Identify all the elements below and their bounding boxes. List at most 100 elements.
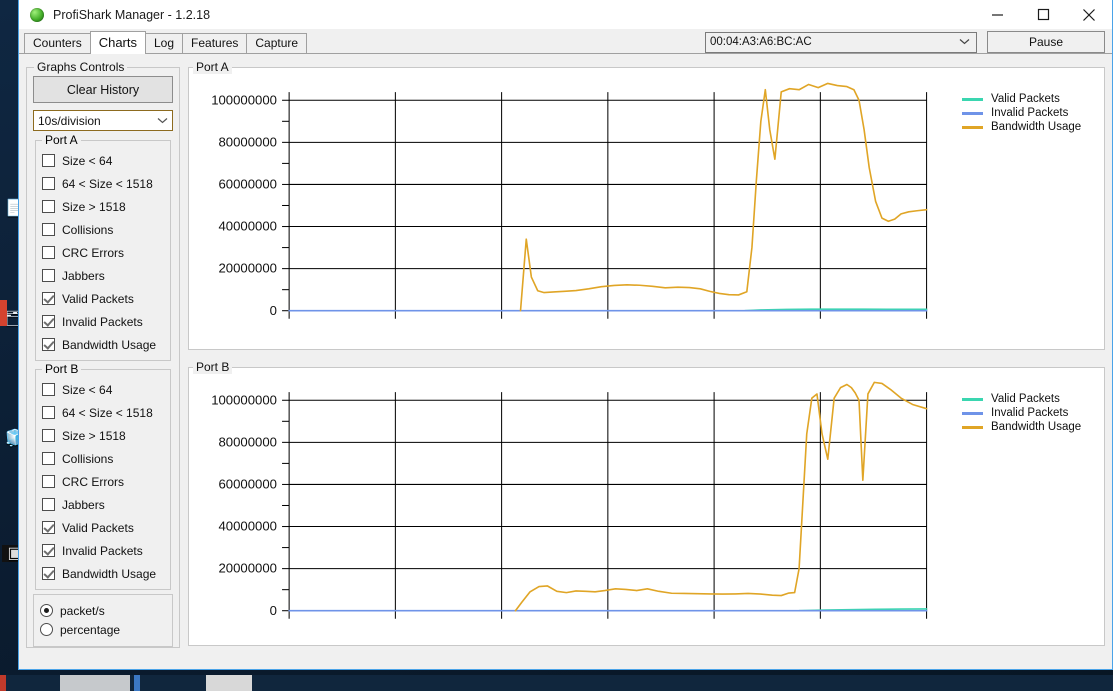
checkbox-checked-icon[interactable] — [42, 338, 55, 351]
tab-strip: Counters Charts Log Features Capture — [24, 31, 308, 54]
port-a-group-title: Port A — [45, 133, 78, 147]
profishark-manager-window: ProfiShark Manager - 1.2.18 Counters Cha… — [18, 0, 1113, 670]
checkbox-unchecked-icon[interactable] — [42, 177, 55, 190]
checkbox-port-a-8[interactable]: Bandwidth Usage — [42, 333, 164, 356]
time-division-value: 10s/division — [38, 113, 101, 128]
checkbox-label: Jabbers — [62, 497, 105, 512]
time-division-select[interactable]: 10s/division — [33, 110, 173, 131]
radio-unselected-icon[interactable] — [40, 623, 53, 636]
checkbox-checked-icon[interactable] — [42, 521, 55, 534]
checkbox-port-b-6[interactable]: Valid Packets — [42, 516, 164, 539]
port-a-chart-title: Port A — [193, 60, 232, 74]
svg-text:40000000: 40000000 — [219, 219, 277, 234]
checkbox-label: Size < 64 — [62, 382, 113, 397]
taskbar-item-2[interactable] — [134, 675, 140, 691]
radio-unit-0[interactable]: packet/s — [40, 601, 166, 620]
checkbox-port-a-3[interactable]: Collisions — [42, 218, 164, 241]
tab-charts-label: Charts — [98, 35, 137, 50]
device-select[interactable]: 00:04:A3:A6:BC:AC — [705, 31, 977, 53]
legend-label: Valid Packets — [991, 393, 1060, 405]
graphs-controls-sidebar: Graphs Controls Clear History 10s/divisi… — [26, 60, 180, 648]
graphs-controls-title: Graphs Controls — [37, 60, 125, 74]
checkbox-port-a-5[interactable]: Jabbers — [42, 264, 164, 287]
checkbox-label: 64 < Size < 1518 — [62, 176, 153, 191]
taskbar-start-button[interactable] — [0, 675, 6, 691]
tab-log-label: Log — [154, 36, 175, 50]
svg-text:40000000: 40000000 — [219, 519, 277, 534]
checkbox-port-b-7[interactable]: Invalid Packets — [42, 539, 164, 562]
svg-text:100000000: 100000000 — [211, 92, 277, 107]
tab-features[interactable]: Features — [182, 33, 248, 53]
checkbox-port-a-1[interactable]: 64 < Size < 1518 — [42, 172, 164, 195]
taskbar-item-3[interactable] — [206, 675, 252, 691]
close-button[interactable] — [1066, 0, 1112, 29]
checkbox-unchecked-icon[interactable] — [42, 246, 55, 259]
tab-charts[interactable]: Charts — [89, 31, 146, 54]
checkbox-label: Collisions — [62, 222, 114, 237]
legend-item-1: Invalid Packets — [962, 106, 1100, 120]
legend-color-swatch — [962, 125, 983, 129]
checkbox-port-a-7[interactable]: Invalid Packets — [42, 310, 164, 333]
legend-color-swatch — [962, 411, 983, 415]
checkbox-unchecked-icon[interactable] — [42, 452, 55, 465]
svg-text:80000000: 80000000 — [219, 434, 277, 449]
radio-selected-icon[interactable] — [40, 604, 53, 617]
checkbox-port-b-2[interactable]: Size > 1518 — [42, 424, 164, 447]
checkbox-label: Invalid Packets — [62, 543, 143, 558]
checkbox-unchecked-icon[interactable] — [42, 429, 55, 442]
maximize-button[interactable] — [1020, 0, 1066, 29]
checkbox-unchecked-icon[interactable] — [42, 223, 55, 236]
checkbox-checked-icon[interactable] — [42, 567, 55, 580]
checkbox-port-b-4[interactable]: CRC Errors — [42, 470, 164, 493]
checkbox-port-b-1[interactable]: 64 < Size < 1518 — [42, 401, 164, 424]
checkbox-checked-icon[interactable] — [42, 544, 55, 557]
radio-unit-1[interactable]: percentage — [40, 620, 166, 639]
svg-text:100000000: 100000000 — [211, 392, 277, 407]
window-bottom-filler — [19, 658, 1112, 669]
checkbox-port-a-6[interactable]: Valid Packets — [42, 287, 164, 310]
legend-color-swatch — [962, 111, 983, 115]
checkbox-port-b-3[interactable]: Collisions — [42, 447, 164, 470]
checkbox-port-a-4[interactable]: CRC Errors — [42, 241, 164, 264]
legend-label: Valid Packets — [991, 93, 1060, 105]
checkbox-label: Valid Packets — [62, 520, 134, 535]
checkbox-label: Collisions — [62, 451, 114, 466]
checkbox-unchecked-icon[interactable] — [42, 383, 55, 396]
checkbox-port-a-0[interactable]: Size < 64 — [42, 149, 164, 172]
port-a-checkbox-list: Size < 64 64 < Size < 1518 Size > 1518 Coll… — [42, 149, 164, 356]
pause-button[interactable]: Pause — [987, 31, 1105, 53]
checkbox-checked-icon[interactable] — [42, 292, 55, 305]
checkbox-unchecked-icon[interactable] — [42, 200, 55, 213]
checkbox-port-b-0[interactable]: Size < 64 — [42, 378, 164, 401]
port-a-plot: 0 20000000 40000000 60000000 80000000 1000000… — [193, 78, 962, 331]
checkbox-port-b-8[interactable]: Bandwidth Usage — [42, 562, 164, 585]
tab-log[interactable]: Log — [145, 33, 184, 53]
checkbox-label: Size > 1518 — [62, 428, 126, 443]
checkbox-checked-icon[interactable] — [42, 315, 55, 328]
taskbar-item-1[interactable] — [60, 675, 130, 691]
tab-capture-label: Capture — [255, 36, 299, 50]
radio-label: packet/s — [60, 603, 105, 618]
port-a-legend: Valid Packets Invalid Packets Bandwidth Us… — [962, 78, 1100, 331]
legend-label: Bandwidth Usage — [991, 421, 1082, 433]
port-b-legend: Valid Packets Invalid Packets Bandwidth Us… — [962, 378, 1100, 631]
checkbox-unchecked-icon[interactable] — [42, 269, 55, 282]
window-title: ProfiShark Manager - 1.2.18 — [53, 7, 211, 22]
checkbox-unchecked-icon[interactable] — [42, 406, 55, 419]
clear-history-button[interactable]: Clear History — [33, 76, 173, 103]
svg-text:0: 0 — [270, 303, 277, 318]
legend-item-0: Valid Packets — [962, 92, 1100, 106]
taskbar[interactable] — [0, 675, 1113, 691]
checkbox-port-b-5[interactable]: Jabbers — [42, 493, 164, 516]
tab-counters[interactable]: Counters — [24, 33, 91, 53]
window-titlebar[interactable]: ProfiShark Manager - 1.2.18 — [19, 0, 1112, 29]
checkbox-unchecked-icon[interactable] — [42, 154, 55, 167]
checkbox-port-a-2[interactable]: Size > 1518 — [42, 195, 164, 218]
svg-text:80000000: 80000000 — [219, 134, 277, 149]
checkbox-label: Bandwidth Usage — [62, 337, 157, 352]
checkbox-unchecked-icon[interactable] — [42, 498, 55, 511]
checkbox-unchecked-icon[interactable] — [42, 475, 55, 488]
pause-button-label: Pause — [1028, 35, 1064, 49]
minimize-button[interactable] — [974, 0, 1020, 29]
tab-capture[interactable]: Capture — [246, 33, 308, 53]
